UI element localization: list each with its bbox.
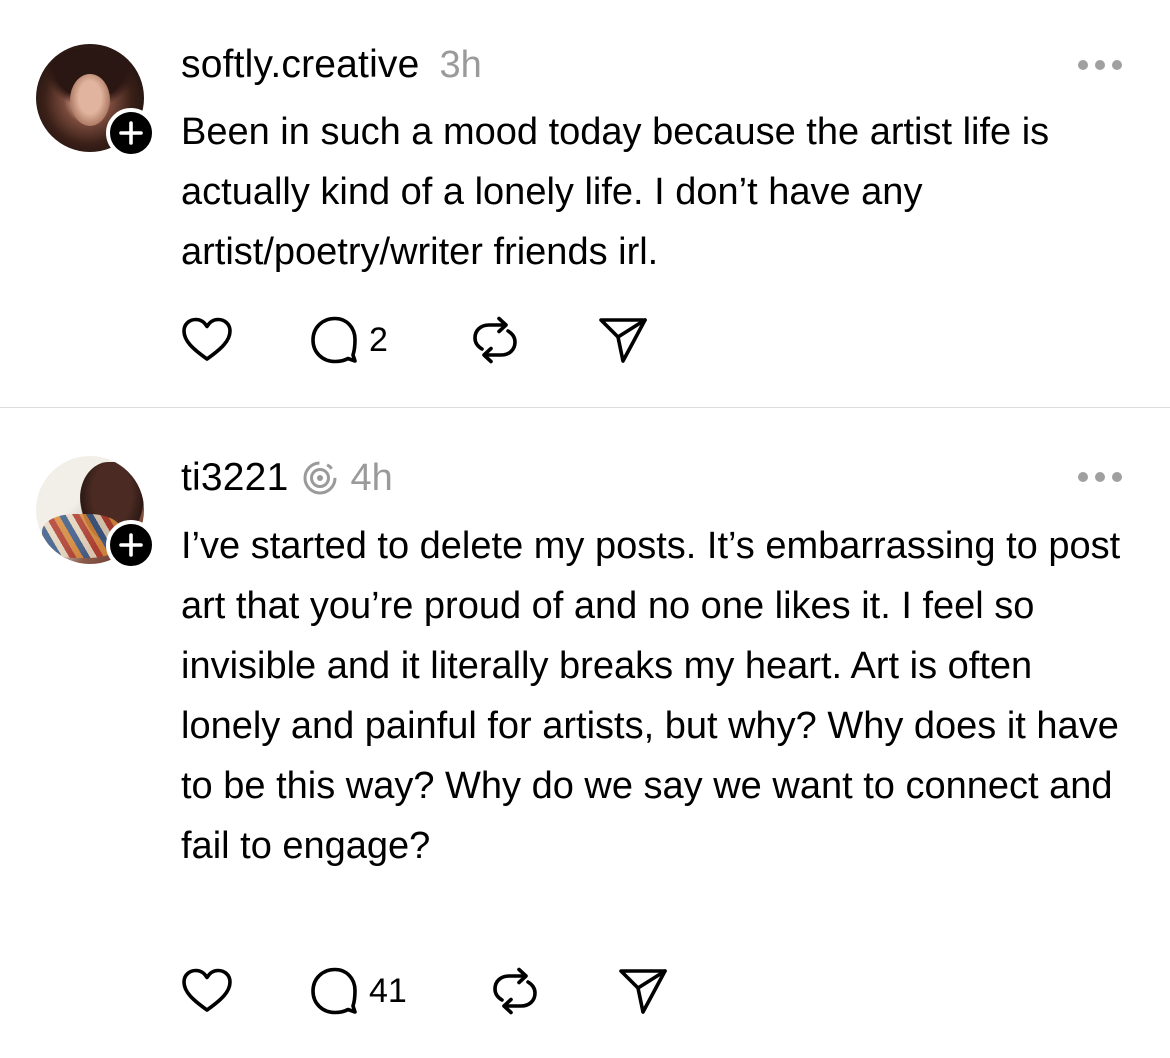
like-button[interactable] [181, 315, 309, 365]
post-text: I’ve started to delete my posts. It’s em… [181, 525, 1121, 867]
share-button[interactable] [597, 315, 649, 365]
action-bar: 41 [181, 966, 669, 1016]
more-horizontal-icon[interactable] [1078, 470, 1122, 484]
reply-button[interactable]: 2 [309, 315, 469, 365]
follow-button[interactable] [106, 520, 156, 570]
send-icon [619, 969, 667, 1014]
avatar-container[interactable] [36, 456, 156, 570]
heart-icon [182, 317, 232, 361]
heart-icon [182, 968, 232, 1012]
timestamp: 3h [439, 43, 482, 86]
more-horizontal-icon[interactable] [1078, 58, 1122, 72]
plus-icon [119, 533, 143, 557]
timestamp: 4h [350, 456, 393, 499]
repost-button[interactable] [469, 315, 597, 365]
username[interactable]: softly.creative [181, 43, 420, 87]
username[interactable]: ti3221 [181, 456, 288, 500]
reply-count: 41 [369, 971, 407, 1010]
reply-button[interactable]: 41 [309, 966, 489, 1016]
repost-icon [493, 967, 537, 1015]
thread-post: softly.creative 3h Been in such a mood t… [0, 0, 1170, 407]
repost-icon [473, 316, 517, 364]
comment-icon [311, 967, 357, 1015]
post-header: ti3221 4h [181, 453, 393, 503]
thread-post: ti3221 4h I’ve started to delete my post… [0, 408, 1170, 1058]
like-button[interactable] [181, 966, 309, 1016]
avatar-container[interactable] [36, 44, 156, 158]
share-button[interactable] [617, 966, 669, 1016]
send-icon [599, 318, 647, 363]
follow-button[interactable] [106, 108, 156, 158]
post-header: softly.creative 3h [181, 40, 482, 90]
action-bar: 2 [181, 315, 649, 365]
plus-icon [119, 121, 143, 145]
repost-button[interactable] [489, 966, 617, 1016]
comment-icon [311, 316, 357, 364]
threads-badge-icon [302, 460, 338, 496]
post-text: Been in such a mood today because the ar… [181, 111, 1050, 273]
reply-count: 2 [369, 320, 388, 359]
